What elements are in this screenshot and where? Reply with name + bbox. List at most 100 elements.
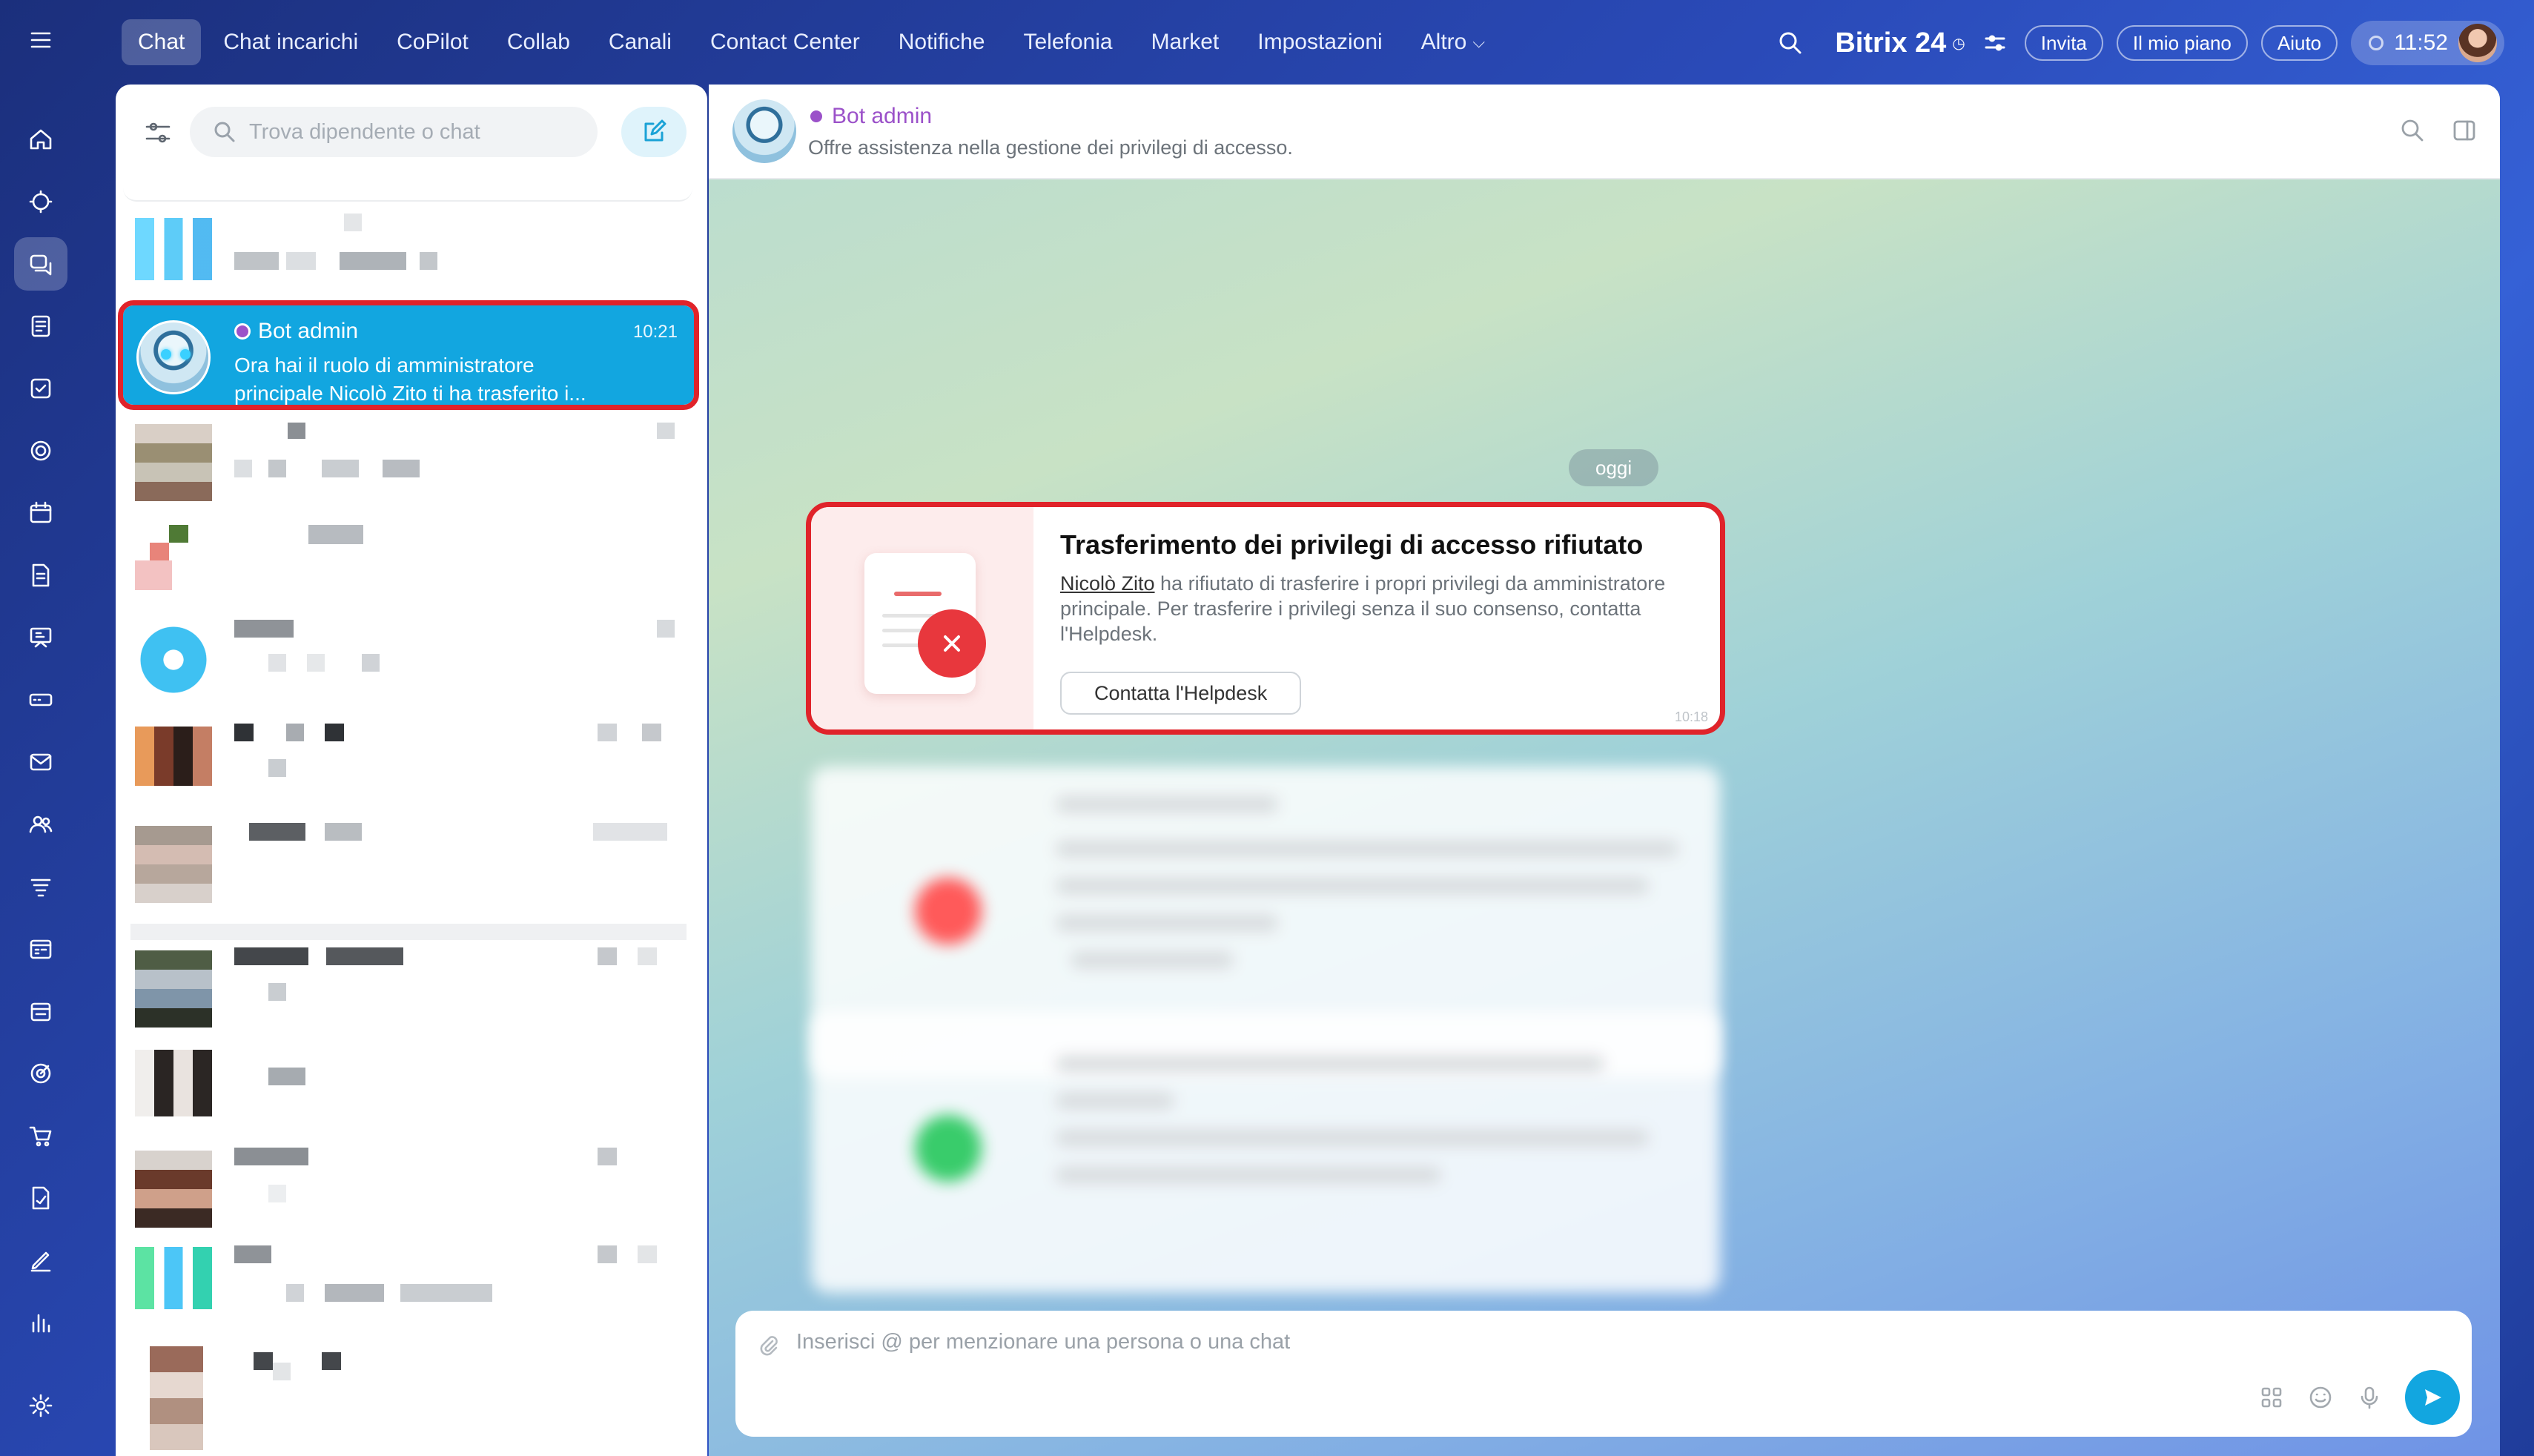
mail-icon[interactable] [14,735,67,789]
filter-icon[interactable] [141,116,175,150]
chat-search-input[interactable] [249,119,575,145]
list-item[interactable] [123,203,694,302]
chat-list-panel: Bot admin 10:21 Ora hai il ruolo di ammi… [116,85,707,1456]
store-icon[interactable] [14,985,67,1038]
blurred-line [1056,1093,1174,1109]
collab-icon[interactable] [14,424,67,477]
chat-search[interactable] [190,107,598,157]
error-x-icon [918,609,986,678]
clock-small-icon: ◷ [1952,35,1965,52]
list-item[interactable] [123,707,694,807]
sidebar-toggle-icon[interactable] [2451,117,2478,144]
message-text: ha rifiutato di trasferire i propri priv… [1154,572,1666,595]
menu-icon[interactable] [14,13,67,67]
microphone-icon[interactable] [2356,1384,2383,1411]
invite-button[interactable]: Invita [2024,25,2103,61]
nav-impostazioni[interactable]: Impostazioni [1241,19,1398,65]
nav-telefonia[interactable]: Telefonia [1007,19,1128,65]
preview-line: principale Nicolò Zito ti ha trasferito … [234,382,586,405]
nav-notifiche[interactable]: Notifiche [882,19,1002,65]
new-chat-button[interactable] [621,107,687,157]
chat-icon[interactable] [14,237,67,291]
list-item[interactable] [123,808,694,907]
message-title: Trasferimento dei privilegi di accesso r… [1060,529,1644,560]
list-item[interactable] [123,1041,694,1140]
crm-icon[interactable] [14,860,67,913]
list-item[interactable] [123,1336,694,1450]
shop-icon[interactable] [14,1109,67,1162]
sign-icon[interactable] [14,1171,67,1225]
home-icon[interactable] [14,113,67,166]
list-item[interactable] [123,1137,694,1237]
my-plan-button[interactable]: Il mio piano [2116,25,2248,61]
chat-title[interactable]: Bot admin [808,104,932,129]
blurred-line [1056,841,1678,857]
blurred-icon [915,878,982,944]
list-item[interactable] [123,514,694,614]
user-link[interactable]: Nicolò Zito [1060,572,1155,595]
list-item[interactable] [123,939,694,1038]
avatar-eye [161,349,171,360]
emoji-icon[interactable] [2307,1384,2334,1411]
chat-header-actions [2399,117,2478,144]
nav-canali[interactable]: Canali [592,19,688,65]
blurred-line [1056,1056,1604,1072]
message-illustration [811,507,1033,729]
search-icon[interactable] [2399,117,2426,144]
help-button[interactable]: Aiuto [2260,25,2338,61]
copilot-icon[interactable] [14,175,67,228]
work-time-widget[interactable]: 11:52 [2351,21,2504,65]
settings-icon[interactable] [14,1379,67,1432]
nav-copilot[interactable]: CoPilot [380,19,485,65]
chat-item-preview: Ora hai il ruolo di amministratore princ… [234,351,649,408]
nav-chat-incarichi[interactable]: Chat incarichi [207,19,374,65]
nav-collab[interactable]: Collab [491,19,586,65]
blurred-line [1056,1167,1441,1183]
calendar-icon[interactable] [14,486,67,540]
attach-icon[interactable] [756,1333,783,1360]
user-avatar[interactable] [2458,24,2497,62]
editor-icon[interactable] [14,1234,67,1287]
chat-panel: Bot admin Offre assistenza nella gestion… [709,85,2500,1456]
nav-chat[interactable]: Chat [122,19,202,65]
list-gap [130,924,687,940]
list-item[interactable] [123,415,694,514]
bot-admin-avatar[interactable] [732,99,796,163]
blurred-icon [915,1115,982,1182]
message-body: Nicolò Zito ha rifiutato di trasferire i… [1060,571,1690,646]
apps-grid-icon[interactable] [2258,1384,2285,1411]
nav-contact-center[interactable]: Contact Center [694,19,876,65]
message-text: principale. Per trasferire i privilegi s… [1060,598,1641,620]
search-icon [214,122,235,142]
bot-admin-avatar [136,320,211,394]
chat-item-bot-admin[interactable]: Bot admin 10:21 Ora hai il ruolo di ammi… [118,300,699,410]
tasks-icon[interactable] [14,362,67,415]
boards-icon[interactable] [14,611,67,664]
send-icon [2425,1389,2441,1406]
drive-icon[interactable] [14,673,67,727]
message-input[interactable] [796,1330,2205,1367]
list-item[interactable] [123,1237,694,1336]
nav-market[interactable]: Market [1135,19,1236,65]
send-button[interactable] [2405,1370,2460,1425]
avatar-eye [180,349,191,360]
analytics-icon[interactable] [14,1296,67,1349]
search-icon[interactable] [1774,27,1807,59]
feed-icon[interactable] [14,300,67,353]
nav-altro[interactable]: Altro ⌵ [1405,19,1501,65]
bot-badge-icon [234,323,251,340]
chevron-down-icon: ⌵ [1472,33,1486,51]
nav-altro-label: Altro [1420,30,1467,54]
bot-badge-icon [808,108,824,125]
blurred-line [1056,878,1649,894]
chat-item-title: Bot admin [234,319,358,344]
booking-icon[interactable] [14,922,67,976]
settings-sliders-icon[interactable] [1979,27,2011,59]
list-item[interactable] [123,612,694,712]
system-message-card: Trasferimento dei privilegi di accesso r… [806,502,1725,735]
date-divider: oggi [1569,449,1659,486]
groups-icon[interactable] [14,798,67,851]
documents-icon[interactable] [14,549,67,602]
contact-helpdesk-button[interactable]: Contatta l'Helpdesk [1060,672,1302,715]
marketing-icon[interactable] [14,1047,67,1100]
